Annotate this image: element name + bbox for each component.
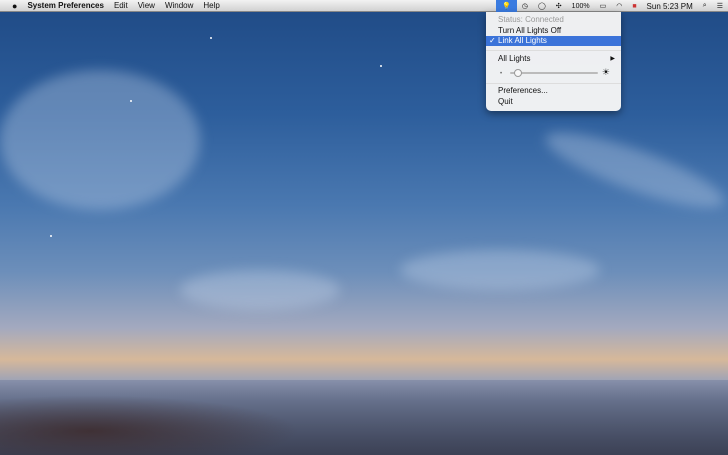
star	[210, 37, 212, 39]
submenu-arrow-icon: ▶	[610, 56, 615, 62]
status-text: Status: Connected	[498, 15, 564, 24]
link-all-lights-label: Link All Lights	[498, 36, 547, 45]
all-lights-label: All Lights	[498, 54, 531, 63]
star	[380, 65, 382, 67]
rocks	[0, 395, 300, 455]
brightness-slider[interactable]: • ☀	[500, 67, 610, 77]
cloud	[400, 250, 600, 290]
link-all-lights[interactable]: ✓ Link All Lights	[486, 36, 621, 46]
cloud	[0, 70, 200, 210]
search-icon[interactable]: ⌕	[698, 2, 712, 10]
separator	[486, 50, 621, 51]
star	[50, 235, 52, 237]
lights-menu: Status: Connected Turn All Lights Off ✓ L…	[486, 12, 621, 111]
notification-center-icon[interactable]: ☰	[712, 2, 728, 10]
preferences-item[interactable]: Preferences...	[486, 86, 621, 96]
move-icon[interactable]: ✣	[551, 2, 567, 10]
slider-track[interactable]	[510, 72, 598, 74]
apple-menu-icon[interactable]: ●	[7, 1, 22, 11]
checkmark-icon: ✓	[489, 36, 496, 45]
star	[130, 100, 132, 102]
messages-icon[interactable]: ◯	[533, 2, 551, 10]
quit-item[interactable]: Quit	[486, 97, 621, 107]
time-machine-icon[interactable]: ◷	[517, 2, 533, 10]
cloud	[180, 270, 340, 310]
all-lights-submenu[interactable]: All Lights ▶	[486, 54, 621, 64]
cloud	[538, 118, 728, 222]
battery-icon[interactable]: ▭	[595, 2, 612, 10]
turn-all-lights-off[interactable]: Turn All Lights Off	[486, 26, 621, 36]
battery-percent[interactable]: 100%	[567, 3, 595, 10]
clock[interactable]: Sun 5:23 PM	[642, 2, 698, 11]
flag-icon[interactable]: ■	[627, 3, 641, 10]
bright-icon: ☀	[601, 67, 610, 77]
menu-help[interactable]: Help	[198, 1, 224, 10]
slider-knob[interactable]	[514, 69, 522, 77]
menu-view[interactable]: View	[133, 1, 160, 10]
menu-window[interactable]: Window	[160, 1, 198, 10]
lightbulb-icon[interactable]: 💡	[496, 0, 517, 12]
wifi-icon[interactable]: ◠	[611, 2, 627, 10]
separator	[486, 83, 621, 84]
app-menu[interactable]: System Preferences	[22, 1, 109, 10]
menu-edit[interactable]: Edit	[109, 1, 133, 10]
menu-bar: ● System Preferences Edit View Window He…	[0, 0, 728, 12]
dim-icon: •	[500, 71, 503, 77]
